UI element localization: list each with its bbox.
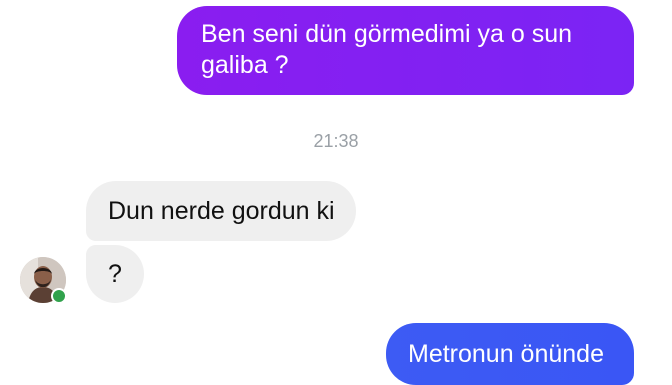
sent-message-text: Metronun önünde: [408, 340, 604, 368]
received-message-text: ?: [108, 260, 122, 288]
sent-message-text: Ben seni dün görmedimi ya o sun galiba ?: [201, 20, 573, 79]
sent-message-bubble[interactable]: Ben seni dün görmedimi ya o sun galiba ?: [177, 6, 634, 95]
received-message-bubble[interactable]: Dun nerde gordun ki: [86, 181, 356, 241]
received-message-bubble[interactable]: ?: [86, 245, 144, 303]
sent-message-bubble[interactable]: Metronun önünde: [386, 323, 634, 385]
online-status-dot-icon: [51, 288, 67, 304]
received-message-text: Dun nerde gordun ki: [108, 197, 335, 225]
message-timestamp: 21:38: [313, 131, 359, 151]
